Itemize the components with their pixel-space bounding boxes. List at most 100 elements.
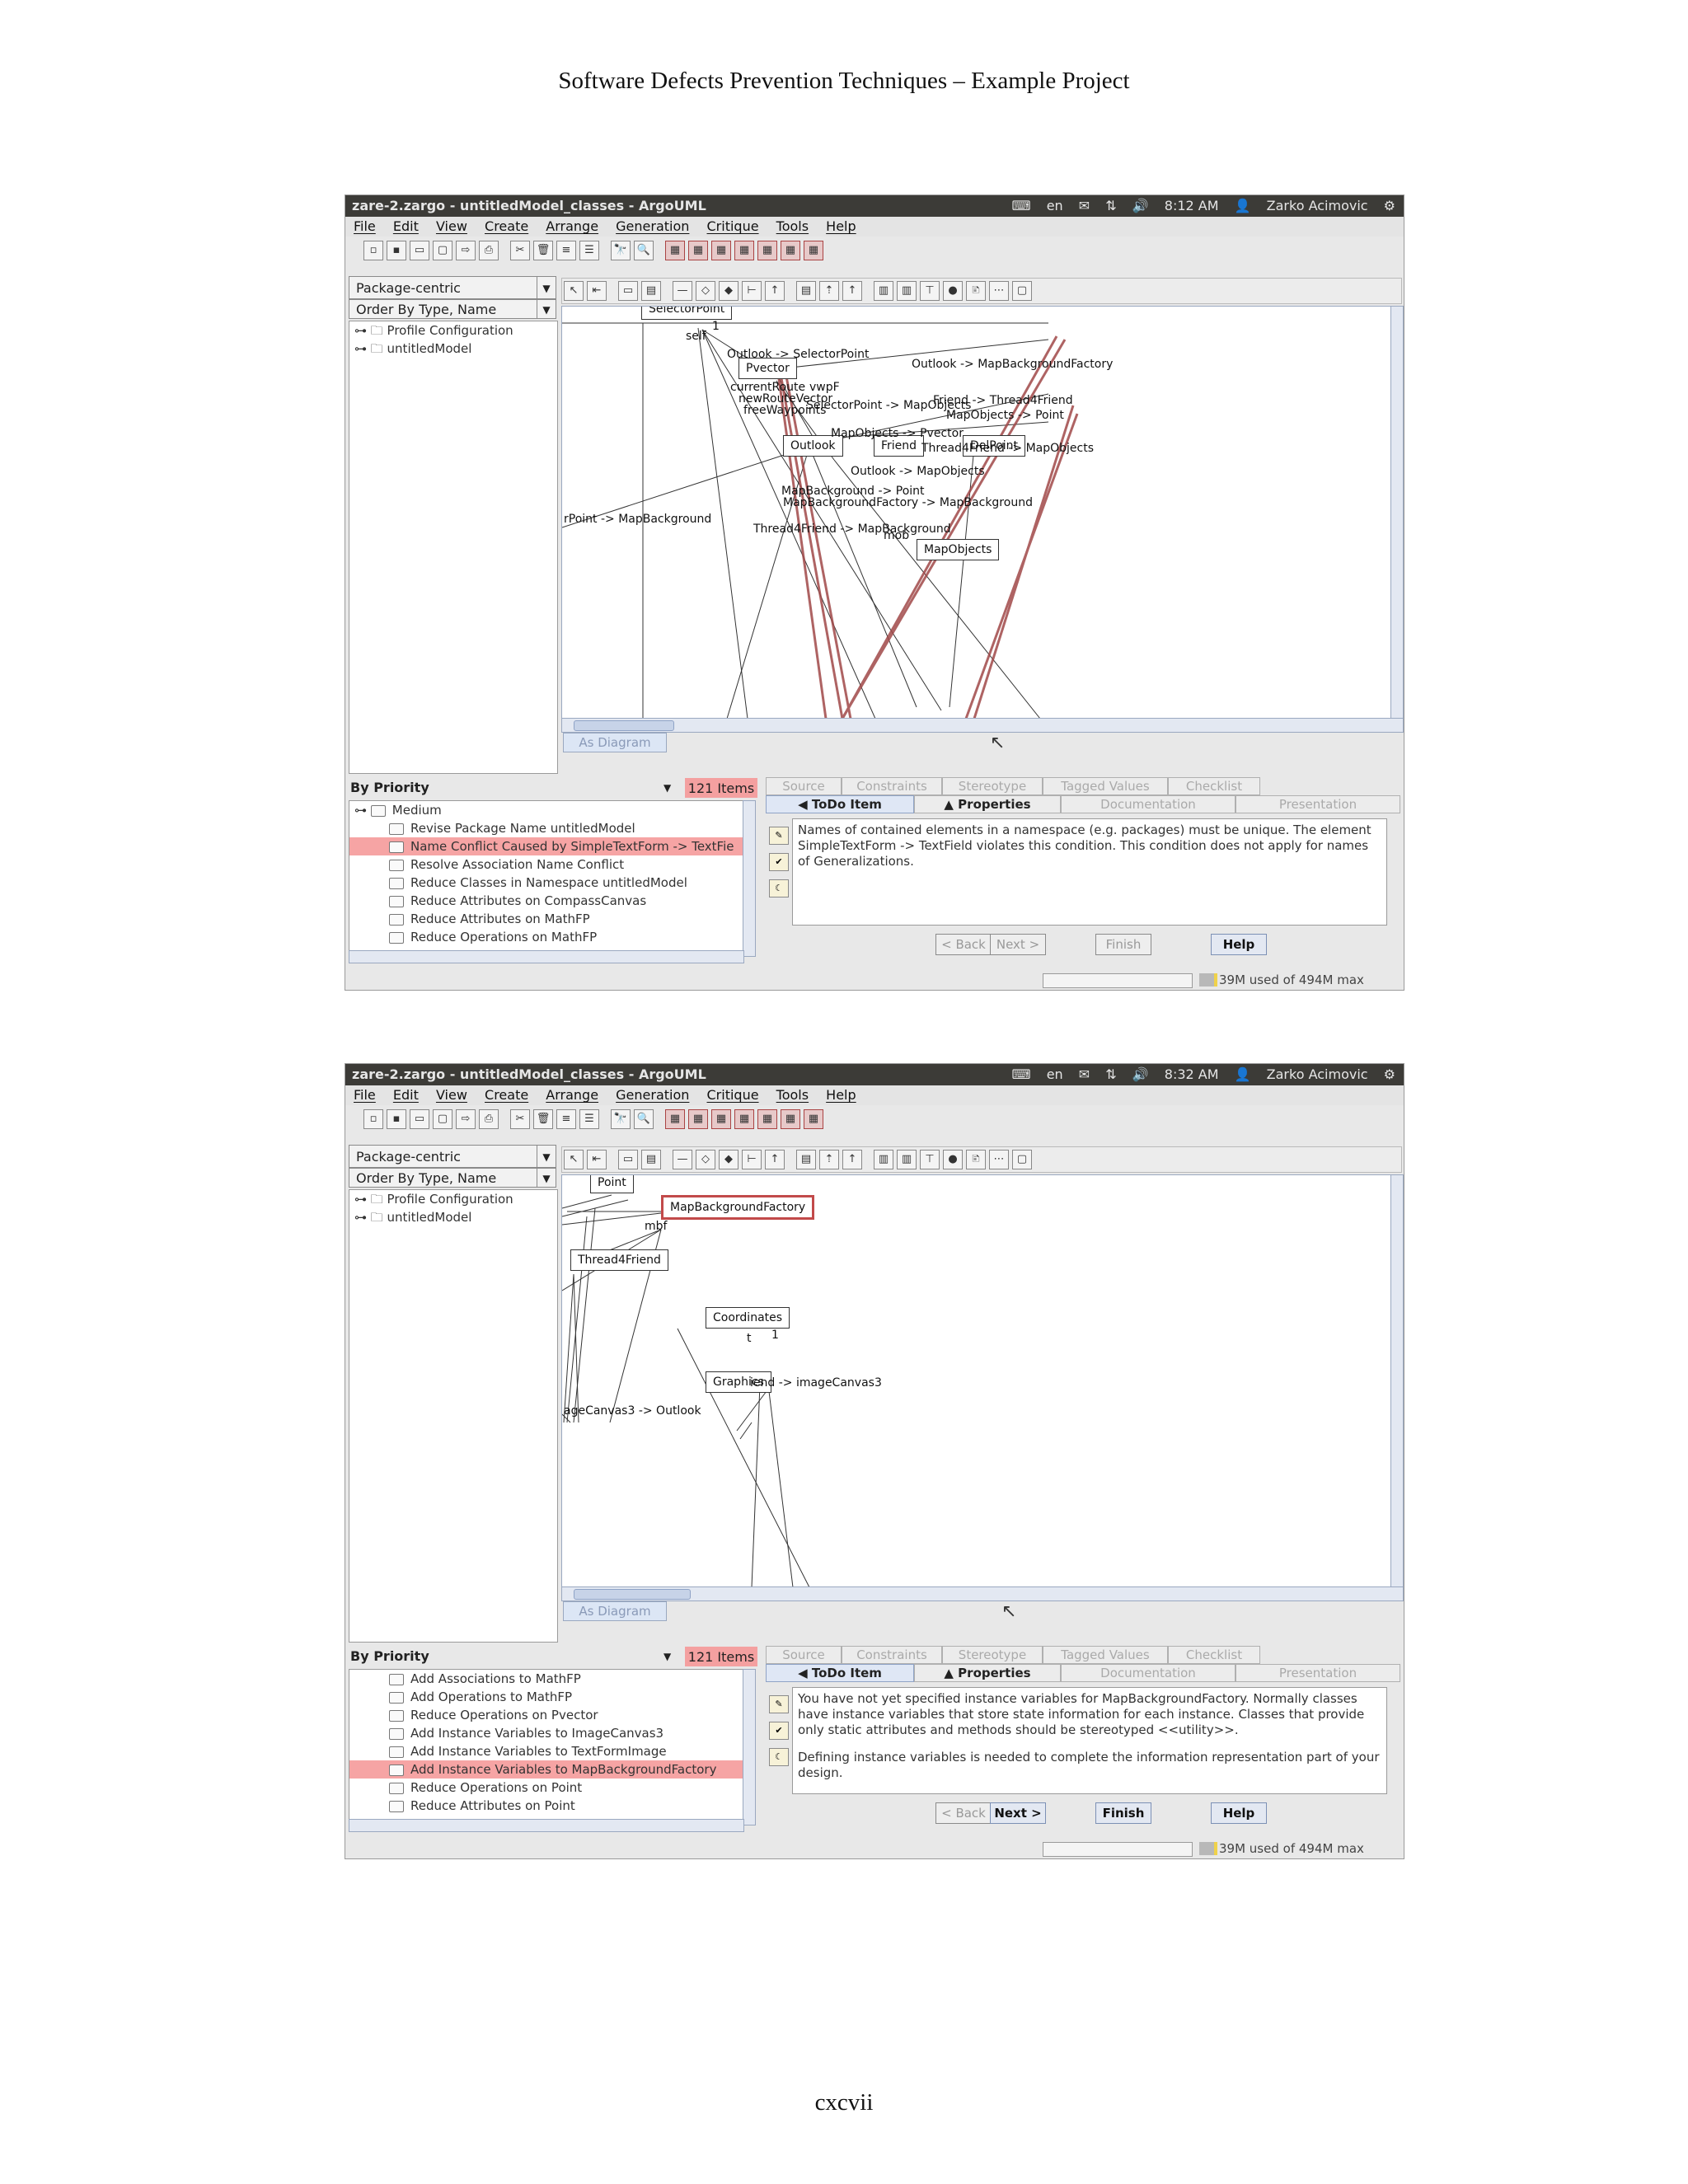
stereotype-icon[interactable]: ⊤: [920, 1150, 940, 1169]
list-item[interactable]: Resolve Association Name Conflict: [349, 855, 743, 874]
help-button[interactable]: Help: [1211, 934, 1267, 955]
tab-properties[interactable]: ▲ Properties: [914, 795, 1061, 813]
datatype-icon[interactable]: ▥: [874, 1150, 893, 1169]
menu-critique[interactable]: Critique: [707, 218, 759, 234]
save-as-icon[interactable]: ▢: [433, 241, 452, 260]
list-item[interactable]: Reduce Attributes on CompassCanvas: [349, 892, 743, 910]
list-item[interactable]: Reduce Operations on Point: [349, 1779, 743, 1797]
broom-icon[interactable]: ⇤: [587, 1150, 607, 1169]
list-item[interactable]: Reduce Operations on MathFP: [349, 928, 743, 946]
next-button[interactable]: Next >: [990, 1802, 1046, 1824]
chevron-down-icon[interactable]: ▼: [663, 1646, 671, 1667]
class-icon[interactable]: ▤: [641, 281, 661, 301]
class-node[interactable]: Coordinates: [706, 1307, 790, 1329]
tab-stereotype[interactable]: Stereotype: [942, 1646, 1043, 1664]
volume-icon[interactable]: 🔊: [1132, 1066, 1149, 1082]
menu-tools[interactable]: Tools: [776, 1087, 809, 1103]
diagram-vertical-scrollbar[interactable]: [1390, 306, 1404, 719]
menu-arrange[interactable]: Arrange: [546, 1087, 598, 1103]
rectangle-icon[interactable]: ▢: [1012, 281, 1032, 301]
new-file-icon[interactable]: ▫: [363, 241, 383, 260]
list-item[interactable]: Reduce Attributes on Point: [349, 1797, 743, 1815]
class-diagram[interactable]: SelectorPoint Pvector Outlook Friend Del…: [561, 306, 1392, 719]
tab-tagged-values[interactable]: Tagged Values: [1043, 777, 1168, 795]
tab-documentation[interactable]: Documentation: [1061, 795, 1236, 813]
nav-up-icon[interactable]: ≡: [556, 241, 576, 260]
dependency-icon[interactable]: ↑: [765, 1150, 785, 1169]
tree-item-profile-configuration[interactable]: ⊶ 🗀 Profile Configuration: [349, 1190, 557, 1208]
menu-create[interactable]: Create: [485, 1087, 528, 1103]
menu-generation[interactable]: Generation: [616, 1087, 689, 1103]
diagram-state-icon[interactable]: ▦: [711, 1109, 731, 1129]
enumeration-icon[interactable]: ▥: [897, 281, 917, 301]
user-menu[interactable]: 👤 Zarko Acimovic: [1235, 1066, 1368, 1082]
menu-edit[interactable]: Edit: [393, 1087, 419, 1103]
association-icon[interactable]: —: [673, 281, 692, 301]
zoom-icon[interactable]: 🔍: [634, 241, 654, 260]
list-item[interactable]: Revise Package Name untitledModel: [349, 819, 743, 837]
diagram-vertical-scrollbar[interactable]: [1390, 1174, 1404, 1588]
chevron-down-icon[interactable]: ▼: [663, 777, 671, 799]
mail-icon[interactable]: ✉: [1079, 198, 1090, 213]
find-icon[interactable]: 🔭: [611, 1109, 631, 1129]
export-icon[interactable]: ⇨: [456, 1109, 476, 1129]
comment-link-icon[interactable]: ⋯: [989, 1150, 1009, 1169]
network-icon[interactable]: ⇅: [1105, 198, 1116, 213]
diagram-class-icon[interactable]: ▦: [665, 241, 685, 260]
mail-icon[interactable]: ✉: [1079, 1066, 1090, 1082]
tab-checklist[interactable]: Checklist: [1168, 777, 1260, 795]
order-select[interactable]: Order By Type, Name ▼: [349, 1168, 556, 1188]
perspective-select[interactable]: Package-centric ▼: [349, 1145, 556, 1168]
signal-icon[interactable]: ●: [943, 1150, 963, 1169]
snooze-todo-icon[interactable]: ☾: [769, 879, 789, 898]
class-node[interactable]: MapObjects: [917, 539, 1000, 560]
clock[interactable]: 8:32 AM: [1165, 1066, 1219, 1082]
todo-horizontal-scrollbar[interactable]: [349, 1819, 744, 1832]
new-todo-icon[interactable]: ✎: [769, 1695, 789, 1713]
comment-icon[interactable]: 🗈: [966, 281, 986, 301]
realization-icon[interactable]: ⇡: [819, 1150, 839, 1169]
chevron-down-icon[interactable]: ▼: [537, 277, 556, 298]
composition-icon[interactable]: ◆: [719, 1150, 738, 1169]
menu-file[interactable]: File: [354, 1087, 376, 1103]
gear-icon[interactable]: ⚙: [1384, 1066, 1395, 1082]
menu-generation[interactable]: Generation: [616, 218, 689, 234]
list-item[interactable]: Reduce Operations on Pvector: [349, 1706, 743, 1724]
chevron-down-icon[interactable]: ▼: [537, 300, 556, 318]
todo-vertical-scrollbar[interactable]: [743, 800, 756, 957]
aggregation-icon[interactable]: ◇: [696, 1150, 715, 1169]
gear-icon[interactable]: ⚙: [1384, 198, 1395, 213]
broom-icon[interactable]: ⇤: [587, 281, 607, 301]
dependency-icon[interactable]: ↑: [765, 281, 785, 301]
diagram-class-icon[interactable]: ▦: [665, 1109, 685, 1129]
class-node[interactable]: Thread4Friend: [570, 1249, 668, 1271]
zoom-icon[interactable]: 🔍: [634, 1109, 654, 1129]
diagram-sequence-icon[interactable]: ▦: [804, 1109, 823, 1129]
interface-icon[interactable]: ▤: [796, 281, 816, 301]
interface-icon[interactable]: ▤: [796, 1150, 816, 1169]
perspective-select[interactable]: Package-centric ▼: [349, 276, 556, 299]
list-item[interactable]: Add Instance Variables to MapBackgroundF…: [349, 1760, 743, 1779]
diagram-activity-icon[interactable]: ▦: [734, 1109, 754, 1129]
tab-todo-item[interactable]: ◀ ToDo Item: [766, 1664, 914, 1682]
select-arrow-icon[interactable]: ↖: [564, 1150, 584, 1169]
tab-source[interactable]: Source: [766, 1646, 842, 1664]
todo-horizontal-scrollbar[interactable]: [349, 950, 744, 963]
diagram-deployment-icon[interactable]: ▦: [781, 1109, 800, 1129]
menu-create[interactable]: Create: [485, 218, 528, 234]
clock[interactable]: 8:12 AM: [1165, 198, 1219, 213]
diagram-horizontal-scrollbar[interactable]: [561, 1586, 1404, 1601]
cut-icon[interactable]: ✂: [510, 1109, 530, 1129]
print-icon[interactable]: ⎙: [479, 1109, 499, 1129]
delete-icon[interactable]: 🗑: [533, 241, 553, 260]
chevron-down-icon[interactable]: ▼: [537, 1146, 556, 1167]
save-as-icon[interactable]: ▢: [433, 1109, 452, 1129]
export-icon[interactable]: ⇨: [456, 241, 476, 260]
tab-documentation[interactable]: Documentation: [1061, 1664, 1236, 1682]
package-icon[interactable]: ▭: [618, 281, 638, 301]
tab-presentation[interactable]: Presentation: [1236, 795, 1400, 813]
list-item[interactable]: Reduce Classes in Namespace untitledMode…: [349, 874, 743, 892]
print-icon[interactable]: ⎙: [479, 241, 499, 260]
diagram-sequence-icon[interactable]: ▦: [804, 241, 823, 260]
next-button[interactable]: Next >: [990, 934, 1046, 955]
